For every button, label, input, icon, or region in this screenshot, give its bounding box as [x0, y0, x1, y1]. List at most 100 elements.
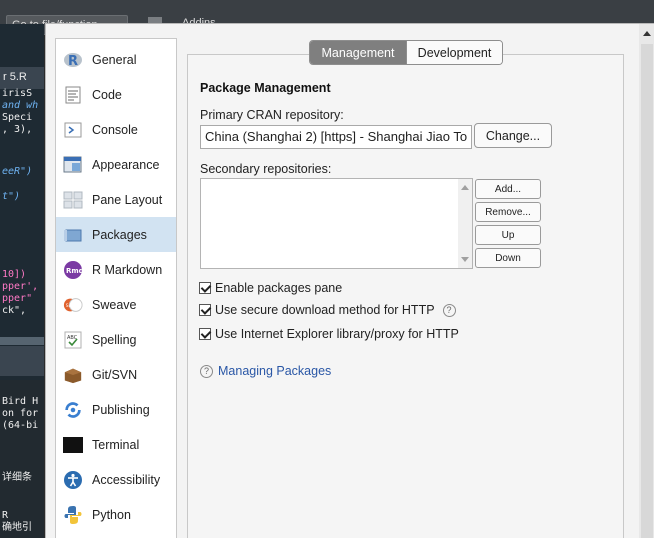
console-pane: Bird H on for (64-bi 详细条 R 确地引	[0, 380, 44, 538]
link-text[interactable]: Managing Packages	[218, 364, 331, 378]
appearance-icon	[63, 155, 83, 175]
sidebar-item-label: Console	[92, 122, 138, 137]
sidebar-item-code[interactable]: Code	[56, 77, 176, 112]
tab-development[interactable]: Development	[406, 41, 502, 64]
sweave-icon: Sw	[63, 295, 83, 315]
sidebar-item-console[interactable]: Console	[56, 112, 176, 147]
secondary-repos-list[interactable]	[200, 178, 473, 269]
scroll-up-icon[interactable]	[643, 31, 651, 36]
sidebar-item-label: Packages	[92, 227, 147, 242]
console-icon	[63, 120, 83, 140]
code-line: eeR")	[2, 166, 33, 177]
scrollbar-track[interactable]	[641, 44, 653, 538]
code-line: , 3),	[2, 124, 33, 135]
console-line: R	[2, 510, 9, 521]
sidebar-item-packages[interactable]: Packages	[56, 217, 176, 252]
console-line: (64-bi	[2, 420, 39, 431]
git-svn-icon	[63, 365, 83, 385]
secondary-repos-label: Secondary repositories:	[200, 162, 332, 176]
packages-icon	[63, 225, 83, 245]
tab-group: Management Development	[309, 40, 503, 65]
managing-packages-link[interactable]: ? Managing Packages	[200, 364, 331, 378]
sidebar-item-sweave[interactable]: Sw Sweave	[56, 287, 176, 322]
sidebar-item-label: Accessibility	[92, 472, 161, 487]
svg-text:Rmd: Rmd	[66, 267, 83, 275]
remove-repo-button[interactable]: Remove...	[475, 202, 541, 222]
rmd-icon: Rmd	[63, 260, 83, 280]
change-cran-button[interactable]: Change...	[474, 123, 552, 148]
scroll-up-icon[interactable]	[461, 185, 469, 190]
sidebar-item-label: Terminal	[92, 437, 140, 452]
scroll-down-icon[interactable]	[461, 257, 469, 262]
pane-layout-icon	[63, 190, 83, 210]
checkbox-box[interactable]	[199, 282, 211, 294]
checkbox-label: Use secure download method for HTTP	[215, 303, 435, 317]
checkbox-box[interactable]	[199, 304, 211, 316]
code-line: ck",	[2, 305, 27, 316]
pane-splitter[interactable]	[0, 337, 44, 345]
sidebar-item-accessibility[interactable]: Accessibility	[56, 462, 176, 497]
secure-download-checkbox[interactable]: Use secure download method for HTTP ?	[199, 302, 456, 318]
sidebar-item-label: Python	[92, 507, 131, 522]
code-line: pper',	[2, 281, 39, 292]
sidebar-item-spelling[interactable]: ABC Spelling	[56, 322, 176, 357]
options-sidebar: R General Code Console Appearance Pane L…	[55, 38, 177, 538]
add-repo-button[interactable]: Add...	[475, 179, 541, 199]
code-line: t")	[2, 191, 21, 202]
move-down-button[interactable]: Down	[475, 248, 541, 268]
sidebar-item-label: Spelling	[92, 332, 137, 347]
dialog-scrollbar[interactable]	[639, 24, 654, 538]
checkbox-label: Use Internet Explorer library/proxy for …	[215, 327, 459, 341]
code-icon	[63, 85, 83, 105]
enable-packages-pane-checkbox[interactable]: Enable packages pane	[199, 280, 342, 296]
list-scrollbar[interactable]	[458, 179, 472, 268]
sidebar-item-label: Pane Layout	[92, 192, 163, 207]
code-line: irisS	[2, 88, 33, 99]
sidebar-item-terminal[interactable]: Terminal	[56, 427, 176, 462]
sidebar-item-label: R Markdown	[92, 262, 163, 277]
ide-editor-pane: r 5.R irisS and wh Speci , 3), eeR") t")…	[0, 24, 44, 538]
ie-proxy-checkbox[interactable]: Use Internet Explorer library/proxy for …	[199, 326, 459, 342]
sidebar-item-label: Git/SVN	[92, 367, 138, 382]
primary-cran-label: Primary CRAN repository:	[200, 108, 344, 122]
editor-tab[interactable]: r 5.R	[0, 67, 44, 89]
console-line: 详细条	[2, 472, 32, 483]
svg-text:Sw: Sw	[66, 302, 73, 308]
spelling-icon: ABC	[63, 330, 83, 350]
publishing-icon	[63, 400, 83, 420]
sidebar-item-label: Publishing	[92, 402, 150, 417]
options-dialog: R General Code Console Appearance Pane L…	[45, 23, 654, 538]
code-line: and wh	[2, 100, 39, 111]
python-icon	[63, 505, 83, 525]
move-up-button[interactable]: Up	[475, 225, 541, 245]
checkbox-label: Enable packages pane	[215, 281, 343, 295]
checkbox-box[interactable]	[199, 328, 211, 340]
svg-text:R: R	[68, 54, 78, 69]
sidebar-item-label: Sweave	[92, 297, 137, 312]
code-line: Speci	[2, 112, 33, 123]
r-logo-icon: R	[63, 50, 83, 70]
sidebar-item-label: Code	[92, 87, 122, 102]
sidebar-item-label: Appearance	[92, 157, 160, 172]
sidebar-item-appearance[interactable]: Appearance	[56, 147, 176, 182]
sidebar-item-python[interactable]: Python	[56, 497, 176, 532]
tab-management[interactable]: Management	[310, 41, 406, 64]
console-line: Bird H	[2, 396, 39, 407]
terminal-icon	[63, 435, 83, 455]
code-line: 10])	[2, 269, 27, 280]
console-tabstrip	[0, 346, 44, 376]
accessibility-icon	[63, 470, 83, 490]
help-icon[interactable]: ?	[442, 303, 456, 317]
console-line: on for	[2, 408, 39, 419]
help-icon: ?	[200, 364, 213, 378]
sidebar-item-general[interactable]: R General	[56, 42, 176, 77]
sidebar-item-git-svn[interactable]: Git/SVN	[56, 357, 176, 392]
console-line: 确地引	[2, 522, 32, 533]
package-management-heading: Package Management	[200, 81, 331, 95]
sidebar-item-r-markdown[interactable]: Rmd R Markdown	[56, 252, 176, 287]
primary-cran-field: China (Shanghai 2) [https] - Shanghai Ji…	[200, 125, 472, 149]
code-line: pper"	[2, 293, 33, 304]
sidebar-item-publishing[interactable]: Publishing	[56, 392, 176, 427]
sidebar-item-label: General	[92, 52, 137, 67]
sidebar-item-pane-layout[interactable]: Pane Layout	[56, 182, 176, 217]
